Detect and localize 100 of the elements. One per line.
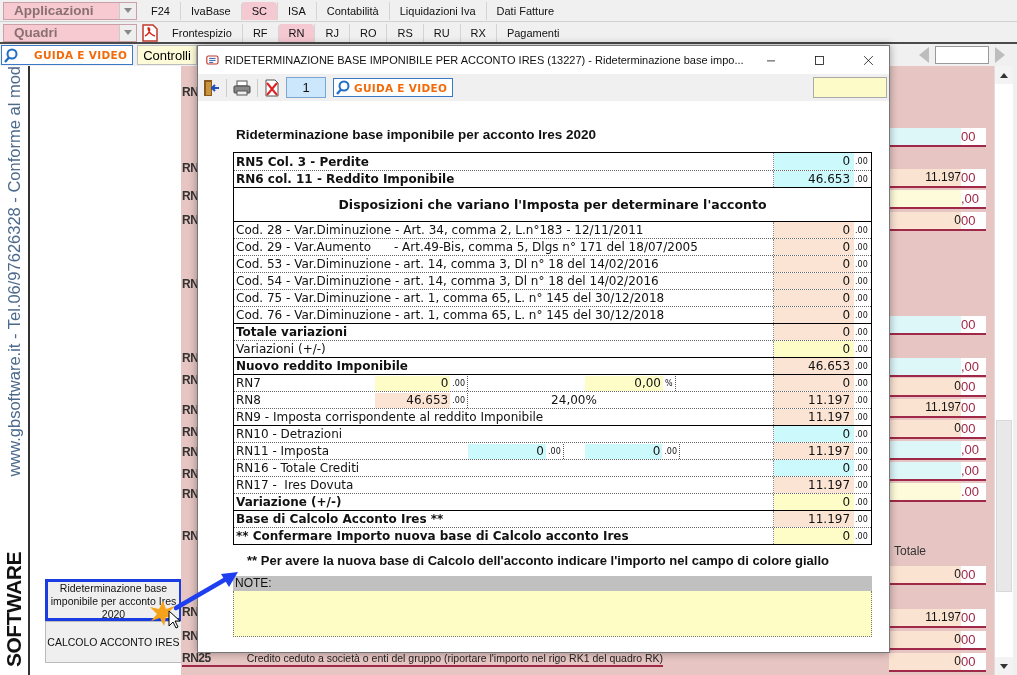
notes-field[interactable]: [233, 591, 872, 637]
amount-field[interactable]: 0: [774, 460, 855, 476]
rate-label: 24,00%: [550, 392, 598, 408]
previous-icon[interactable]: [919, 47, 929, 63]
row-label: Base di Calcolo Acconto Ires **: [235, 511, 445, 527]
amount-field[interactable]: 46.653: [774, 358, 855, 374]
hint-text: ** Per avere la nuova base di Calcolo dell'acconto indicare l'importo nel campo di colore giallo: [247, 553, 829, 569]
row-label: Cod. 53 - Var.Diminuzione - art. 14, comma 3, Dl n° 18 del 14/02/2016: [235, 256, 660, 272]
amount-field[interactable]: 0: [889, 419, 961, 437]
action-button[interactable]: CALCOLO ACCONTO IRES: [45, 621, 182, 663]
section-tab[interactable]: IvaBase: [179, 1, 241, 20]
amount-field[interactable]: 0: [774, 426, 855, 442]
panel-tab[interactable]: RS: [386, 23, 423, 42]
decimals-label: .00: [854, 293, 869, 305]
decimals-label: 00: [961, 565, 976, 583]
page-number-field[interactable]: 1: [286, 77, 326, 98]
amount-field[interactable]: 0: [774, 290, 855, 306]
amount-field[interactable]: 46.653: [375, 393, 451, 408]
checks-button[interactable]: Controlli: [137, 45, 197, 65]
amount-field[interactable]: 0: [585, 444, 663, 459]
scroll-down-button[interactable]: [995, 657, 1013, 675]
amount-field[interactable]: 46.653: [774, 171, 855, 187]
amount-field[interactable]: 0: [889, 377, 961, 395]
panel-tab[interactable]: RN: [277, 23, 315, 42]
section-tab[interactable]: Contabilità: [315, 1, 389, 20]
amount-field[interactable]: 0: [774, 239, 855, 255]
decimals-label: 00: [961, 127, 976, 145]
amount-field[interactable]: 0,00: [585, 376, 663, 391]
amount-field[interactable]: 11.197: [889, 608, 961, 626]
amount-field[interactable]: 0: [889, 565, 961, 583]
delete-icon[interactable]: [264, 78, 280, 97]
input-field[interactable]: [813, 77, 887, 98]
decimals-label: .00: [854, 514, 869, 526]
panel-tab[interactable]: RJ: [314, 23, 349, 42]
action-button[interactable]: Rideterminazione base imponibile per acconto Ires 2020: [45, 579, 182, 621]
amount-field[interactable]: 0: [774, 222, 855, 238]
amount-field[interactable]: 11.197: [774, 409, 855, 425]
panel-tab[interactable]: RX: [459, 23, 496, 42]
decimals-label: 00: [961, 608, 976, 626]
amount-field[interactable]: 0: [774, 324, 855, 340]
row-label: RN10 - Detrazioni: [235, 426, 344, 442]
amount-field[interactable]: [889, 357, 961, 375]
amount-field[interactable]: [889, 315, 961, 333]
panel-tab[interactable]: Pagamenti: [495, 23, 570, 42]
row-label: Cod. 54 - Var.Diminuzione - art. 14, comma 3, Dl n° 18 del 14/02/2016: [235, 273, 660, 289]
section-tab[interactable]: Liquidazioni Iva: [388, 1, 486, 20]
scrollbar-thumb[interactable]: [996, 420, 1012, 592]
decimals-label: .00: [546, 444, 564, 459]
section-tab[interactable]: Dati Fatture: [485, 1, 565, 20]
row-label: Cod. 76 - Var.Diminuzione - art. 1, comma 65, L. n° 145 del 30/12/2018: [235, 307, 666, 323]
amount-field[interactable]: 11.197: [889, 168, 961, 186]
amount-field[interactable]: 0: [774, 307, 855, 323]
amount-field[interactable]: 0: [889, 211, 961, 229]
amount-field[interactable]: 0: [889, 652, 961, 670]
row-label: Cod. 28 - Var.Diminuzione - Art. 34, comma 2, L.n°183 - 12/11/2011: [235, 222, 645, 238]
amount-field[interactable]: [889, 482, 961, 500]
panel-tab[interactable]: RF: [241, 23, 278, 42]
panel-tab[interactable]: RU: [422, 23, 460, 42]
amount-field[interactable]: 11.197: [774, 392, 855, 408]
amount-field[interactable]: 0: [774, 494, 855, 510]
amount-field[interactable]: 0: [375, 376, 451, 391]
amount-field[interactable]: 11.197: [889, 398, 961, 416]
amount-field[interactable]: 0: [774, 375, 855, 391]
decimals-label: .00: [854, 531, 869, 543]
amount-field[interactable]: 11.197: [774, 443, 855, 459]
section-tab[interactable]: SC: [240, 1, 277, 20]
maximize-icon[interactable]: [815, 54, 825, 66]
amount-field[interactable]: 0: [774, 273, 855, 289]
tagline: www.gbsoftware.it - Tel.06/97626328 - Conforme al mod: [4, 66, 24, 477]
decimals-label: 00: [961, 168, 976, 186]
amount-field[interactable]: 0: [889, 630, 961, 648]
amount-field[interactable]: [889, 189, 961, 207]
amount-field[interactable]: 0: [774, 153, 855, 170]
row-label: RN7: [235, 375, 262, 391]
pdf-icon[interactable]: [142, 23, 158, 42]
amount-field[interactable]: 0: [774, 256, 855, 272]
brand-logo: SOFTWARE: [2, 552, 26, 667]
section-tab[interactable]: F24: [141, 1, 180, 20]
decimals-label: .00: [854, 327, 869, 339]
form-icon: [206, 53, 219, 67]
row-label: Variazione (+/-): [235, 494, 343, 510]
section-heading: Disposizioni che variano l'Imposta per determinare l'acconto: [338, 197, 767, 212]
section-tab[interactable]: ISA: [277, 1, 316, 20]
amount-field[interactable]: 0: [774, 341, 855, 357]
amount-field[interactable]: 11.197: [774, 511, 855, 527]
panel-tab[interactable]: Frontespizio: [162, 23, 242, 42]
amount-field[interactable]: [889, 461, 961, 479]
printer-icon[interactable]: [233, 79, 251, 96]
amount-field[interactable]: 11.197: [774, 477, 855, 493]
amount-field[interactable]: [889, 440, 961, 458]
amount-field[interactable]: 0: [468, 444, 546, 459]
close-icon[interactable]: [864, 54, 873, 66]
page-field[interactable]: [935, 46, 989, 64]
panel-tab[interactable]: RO: [348, 23, 387, 42]
amount-field[interactable]: 0: [774, 528, 855, 544]
dropdown-arrow-icon: [124, 30, 132, 35]
exit-icon[interactable]: [202, 78, 220, 97]
next-icon[interactable]: [995, 47, 1005, 63]
amount-field[interactable]: [889, 127, 961, 145]
window-title: RIDETERMINAZIONE BASE IMPONIBILE PER ACCONTO IRES (13227) - Rideterminazione base impo...: [224, 54, 744, 66]
